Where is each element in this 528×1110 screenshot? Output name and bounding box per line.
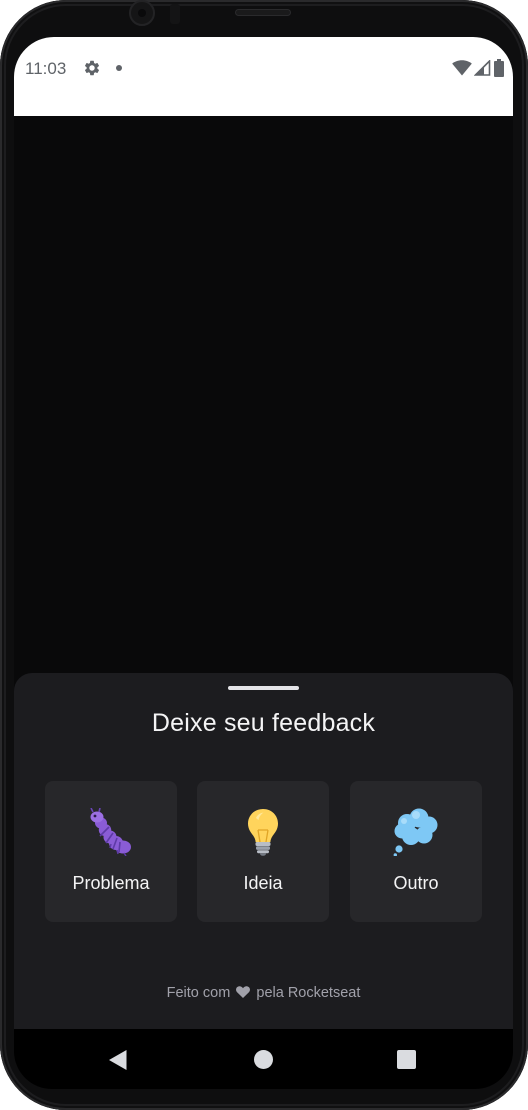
camera-lens [138, 9, 146, 17]
app-content-area [14, 116, 513, 673]
sensor [170, 4, 180, 24]
recents-icon[interactable] [397, 1050, 416, 1069]
sheet-title: Deixe seu feedback [151, 709, 376, 737]
option-label: Problema [72, 873, 150, 893]
sheet-drag-handle[interactable] [228, 686, 299, 690]
phone-frame: 11:03 Deixe seu feedback Problema Ideia … [0, 0, 528, 1110]
status-time: 11:03 [25, 59, 67, 78]
back-icon[interactable] [108, 1049, 128, 1071]
wifi-icon [452, 60, 472, 76]
option-outro-button[interactable]: Outro [350, 781, 482, 922]
status-bar: 11:03 [14, 37, 513, 116]
bug-icon [90, 808, 131, 856]
thought-bubble-icon [393, 808, 438, 856]
footer-prefix: Feito com [166, 985, 231, 1001]
option-problema-button[interactable]: Problema [45, 781, 177, 922]
earpiece-speaker [235, 9, 291, 16]
notification-dot-icon [116, 65, 122, 71]
feedback-bottom-sheet: Deixe seu feedback Problema Ideia Outro … [14, 673, 513, 1033]
option-label: Outro [393, 873, 439, 893]
heart-icon [236, 986, 251, 998]
system-navigation-bar [14, 1029, 513, 1089]
option-label: Ideia [243, 873, 283, 893]
status-indicators [452, 58, 505, 78]
battery-icon [494, 59, 504, 77]
cellular-signal-icon [474, 60, 491, 76]
footer-suffix: pela Rocketseat [256, 985, 361, 1001]
option-ideia-button[interactable]: Ideia [197, 781, 329, 922]
lightbulb-icon [248, 809, 278, 856]
gear-icon [84, 60, 100, 76]
front-camera [129, 0, 155, 26]
footer-credit: Feito com pela Rocketseat [14, 985, 513, 1001]
screen: 11:03 Deixe seu feedback Problema Ideia … [14, 37, 513, 1089]
home-icon[interactable] [254, 1050, 273, 1069]
feedback-type-options: Problema Ideia Outro [45, 781, 482, 922]
